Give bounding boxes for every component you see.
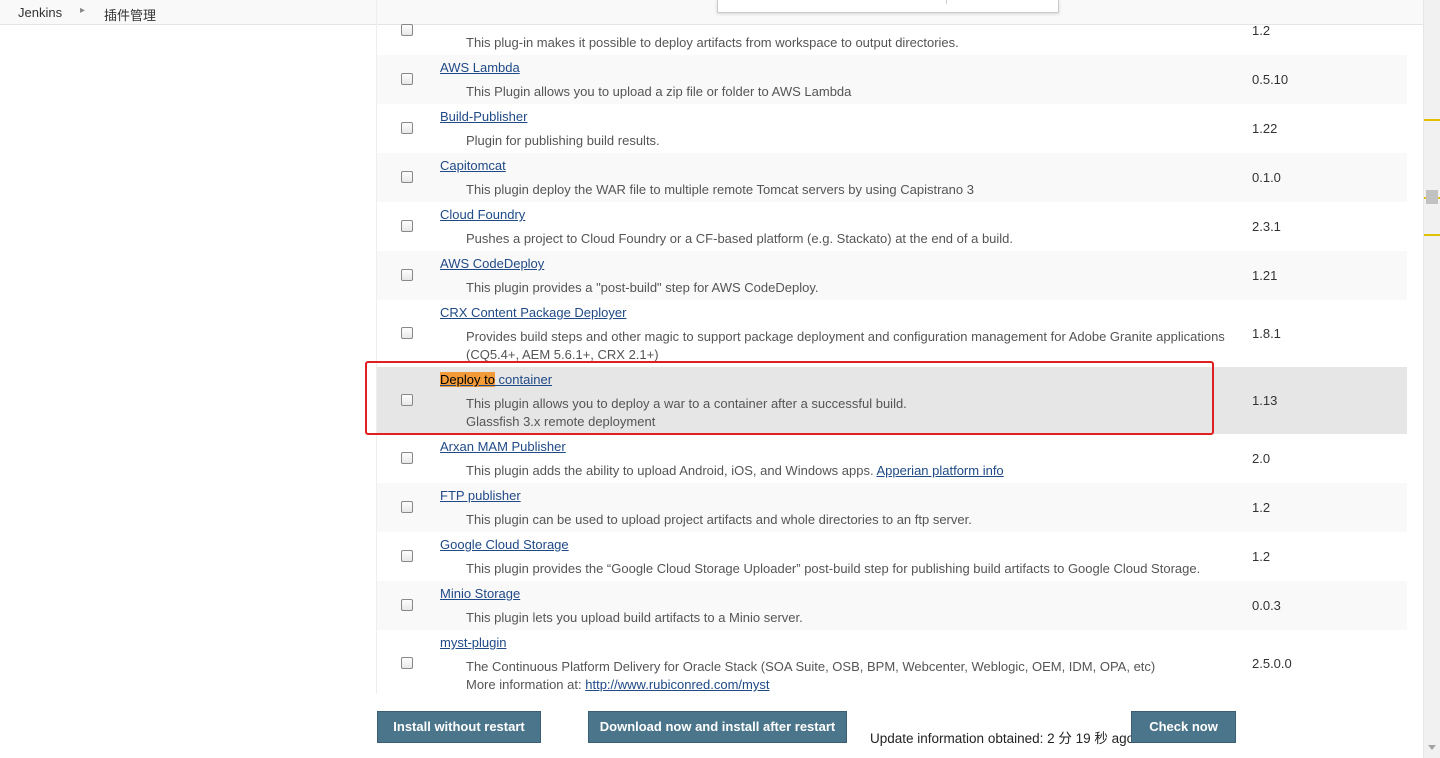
plugin-description: This plugin deploy the WAR file to multi…: [466, 182, 974, 197]
plugin-description-line2: More information at: http://www.rubiconr…: [466, 676, 769, 694]
breadcrumb-current[interactable]: 插件管理: [104, 5, 156, 24]
plugin-version: 1.22: [1252, 121, 1278, 136]
plugin-name-link[interactable]: Build-Publisher: [440, 109, 527, 124]
plugin-version: 1.21: [1252, 268, 1278, 283]
plugin-description: Plugin for publishing build results.: [466, 133, 660, 148]
update-info-text: Update information obtained: 2 分 19 秒 ag…: [870, 731, 1135, 746]
table-row: AWS CodeDeploy This plugin provides a "p…: [377, 251, 1407, 300]
plugin-description: This Plugin allows you to upload a zip f…: [466, 84, 852, 99]
plugin-name-link[interactable]: Arxan MAM Publisher: [440, 439, 566, 454]
breadcrumb-chevron-icon: ▸: [80, 5, 86, 16]
plugin-checkbox[interactable]: [401, 73, 413, 85]
plugin-checkbox[interactable]: [401, 550, 413, 562]
plugin-version: 1.2: [1252, 500, 1271, 515]
plugin-description-line2: Glassfish 3.x remote deployment: [466, 414, 656, 429]
plugin-checkbox[interactable]: [401, 171, 413, 183]
plugin-checkbox[interactable]: [401, 327, 413, 339]
plugin-description: This plugin adds the ability to upload A…: [466, 462, 1004, 480]
plugin-name-link[interactable]: AWS CodeDeploy: [440, 256, 544, 271]
plugin-version: 1.2: [1252, 549, 1271, 564]
plugin-name-link[interactable]: Google Cloud Storage: [440, 537, 569, 552]
check-now-button[interactable]: Check now: [1131, 711, 1236, 743]
plugin-description-text: This plugin adds the ability to upload A…: [466, 463, 874, 478]
plugin-checkbox[interactable]: [401, 24, 413, 36]
plugin-description: Provides build steps and other magic to …: [466, 329, 1225, 344]
plugin-name-link[interactable]: myst-plugin: [440, 635, 506, 650]
table-row: This plug-in makes it possible to deploy…: [377, 0, 1407, 55]
table-row: Capitomcat This plugin deploy the WAR fi…: [377, 153, 1407, 202]
plugin-description-line2: (CQ5.4+, AEM 5.6.1+, CRX 2.1+): [466, 347, 659, 362]
plugin-name-link[interactable]: Minio Storage: [440, 586, 520, 601]
plugin-checkbox[interactable]: [401, 452, 413, 464]
plugin-name-link[interactable]: Capitomcat: [440, 158, 506, 173]
plugin-checkbox[interactable]: [401, 122, 413, 134]
table-row: Cloud Foundry Pushes a project to Cloud …: [377, 202, 1407, 251]
search-match-highlight: Deploy to: [440, 372, 495, 387]
table-row: CRX Content Package Deployer Provides bu…: [377, 300, 1407, 367]
apperian-platform-info-link[interactable]: Apperian platform info: [876, 463, 1003, 478]
plugin-description: This plugin provides the “Google Cloud S…: [466, 561, 1201, 576]
page-scrollbar[interactable]: [1423, 0, 1440, 758]
table-row: myst-plugin The Continuous Platform Deli…: [377, 630, 1407, 694]
table-row: Arxan MAM Publisher This plugin adds the…: [377, 434, 1407, 483]
plugin-version: 1.2: [1252, 23, 1271, 38]
plugin-description: Pushes a project to Cloud Foundry or a C…: [466, 231, 1014, 246]
table-row: FTP publisher This plugin can be used to…: [377, 483, 1407, 532]
plugin-name-link[interactable]: FTP publisher: [440, 488, 521, 503]
scroll-search-marker: [1424, 234, 1440, 236]
plugin-version: 1.13: [1252, 393, 1278, 408]
scrollbar-thumb[interactable]: [1426, 190, 1438, 204]
table-row: Build-Publisher Plugin for publishing bu…: [377, 104, 1407, 153]
plugin-name-link[interactable]: Deploy to container: [440, 372, 552, 387]
more-info-label: More information at:: [466, 677, 582, 692]
table-row: Google Cloud Storage This plugin provide…: [377, 532, 1407, 581]
plugin-checkbox[interactable]: [401, 269, 413, 281]
download-install-after-restart-button[interactable]: Download now and install after restart: [588, 711, 847, 743]
plugin-version: 0.0.3: [1252, 598, 1281, 613]
plugin-checkbox[interactable]: [401, 501, 413, 513]
plugin-version: 0.5.10: [1252, 72, 1289, 87]
plugin-version: 2.5.0.0: [1252, 656, 1292, 671]
table-row: Minio Storage This plugin lets you uploa…: [377, 581, 1407, 630]
plugin-name-link[interactable]: CRX Content Package Deployer: [440, 305, 626, 320]
plugin-description: This plugin provides a "post-build" step…: [466, 280, 819, 295]
plugin-version: 2.0: [1252, 451, 1271, 466]
plugin-name-link[interactable]: Cloud Foundry: [440, 207, 525, 222]
plugin-version: 2.3.1: [1252, 219, 1281, 234]
scroll-down-arrow-icon[interactable]: [1428, 745, 1436, 750]
plugin-checkbox[interactable]: [401, 220, 413, 232]
plugin-version: 0.1.0: [1252, 170, 1281, 185]
rubiconred-link[interactable]: http://www.rubiconred.com/myst: [585, 677, 769, 692]
plugin-checkbox[interactable]: [401, 599, 413, 611]
plugin-description: This plugin can be used to upload projec…: [466, 512, 972, 527]
table-row: AWS Lambda This Plugin allows you to upl…: [377, 55, 1407, 104]
table-row-deploy-to-container: Deploy to container This plugin allows y…: [377, 367, 1407, 434]
plugin-description: This plug-in makes it possible to deploy…: [466, 35, 959, 50]
plugin-description: The Continuous Platform Delivery for Ora…: [466, 659, 1156, 674]
install-without-restart-button[interactable]: Install without restart: [377, 711, 541, 743]
plugin-name-link[interactable]: AWS Lambda: [440, 60, 520, 75]
plugin-table: This plug-in makes it possible to deploy…: [376, 0, 1407, 694]
scroll-search-marker: [1424, 119, 1440, 121]
plugin-version: 1.8.1: [1252, 326, 1281, 341]
plugin-checkbox[interactable]: [401, 394, 413, 406]
plugin-description: This plugin lets you upload build artifa…: [466, 610, 803, 625]
plugin-name-rest: container: [498, 372, 553, 387]
breadcrumb-home-link[interactable]: Jenkins: [18, 5, 62, 20]
plugin-description: This plugin allows you to deploy a war t…: [466, 396, 907, 411]
plugin-checkbox[interactable]: [401, 657, 413, 669]
